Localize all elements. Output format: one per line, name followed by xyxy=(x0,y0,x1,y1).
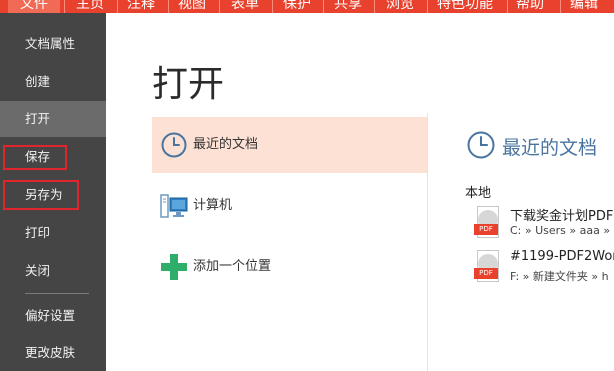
pdf-file-icon: PDF xyxy=(474,206,502,238)
pdf-file-icon: PDF xyxy=(474,250,502,282)
sidebar-divider xyxy=(25,293,89,294)
recent-file-name: #1199-PDF2Wor xyxy=(510,249,614,264)
menu-bar: 文件 主页 注释 视图 表单 保护 共享 浏览 特色功能 帮助 编辑 xyxy=(0,0,614,13)
menu-share[interactable]: 共享 xyxy=(334,0,362,13)
menu-features[interactable]: 特色功能 xyxy=(437,0,493,13)
clock-icon xyxy=(161,132,187,158)
plus-icon xyxy=(161,254,187,280)
computer-icon xyxy=(160,194,188,218)
menu-browse[interactable]: 浏览 xyxy=(386,0,414,13)
sidebar-item-preferences[interactable]: 偏好设置 xyxy=(0,298,106,334)
menu-separator xyxy=(560,0,561,13)
place-label: 最近的文档 xyxy=(193,137,259,152)
recent-file-path: F: » 新建文件夹 » h xyxy=(510,270,609,283)
menu-view[interactable]: 视图 xyxy=(178,0,206,13)
menu-separator xyxy=(323,0,324,13)
recent-documents-title: 最近的文档 xyxy=(502,137,598,159)
menu-separator xyxy=(64,0,65,13)
sidebar-item-change-skin[interactable]: 更改皮肤 xyxy=(0,335,106,371)
menu-separator xyxy=(374,0,375,13)
menu-protect[interactable]: 保护 xyxy=(283,0,311,13)
content-divider xyxy=(427,113,428,371)
menu-separator xyxy=(507,0,508,13)
section-label-local: 本地 xyxy=(465,186,492,201)
sidebar-item-open[interactable]: 打开 xyxy=(0,101,106,137)
menu-comment[interactable]: 注释 xyxy=(127,0,155,13)
menu-separator xyxy=(117,0,118,13)
menu-file[interactable]: 文件 xyxy=(8,0,60,13)
place-computer[interactable]: 计算机 xyxy=(152,178,427,234)
sidebar-item-close[interactable]: 关闭 xyxy=(0,253,106,289)
recent-file-path: C: » Users » aaa » xyxy=(510,224,611,237)
place-label: 添加一个位置 xyxy=(193,259,272,274)
menu-edit[interactable]: 编辑 xyxy=(570,0,598,13)
place-label: 计算机 xyxy=(193,198,233,213)
page-title: 打开 xyxy=(152,64,225,105)
highlight-box-save-as xyxy=(3,180,79,210)
sidebar-item-properties[interactable]: 文档属性 xyxy=(0,26,106,62)
sidebar-item-print[interactable]: 打印 xyxy=(0,215,106,251)
place-recent-documents[interactable]: 最近的文档 xyxy=(152,117,427,173)
menu-separator xyxy=(272,0,273,13)
recent-file-item[interactable]: PDF #1199-PDF2Wor F: » 新建文件夹 » h xyxy=(474,247,614,287)
highlight-box-save xyxy=(3,145,67,170)
menu-form[interactable]: 表单 xyxy=(231,0,259,13)
sidebar-item-create[interactable]: 创建 xyxy=(0,64,106,100)
place-add-location[interactable]: 添加一个位置 xyxy=(152,239,427,295)
menu-home[interactable]: 主页 xyxy=(76,0,104,13)
menu-separator xyxy=(427,0,428,13)
clock-icon xyxy=(467,131,495,159)
menu-help[interactable]: 帮助 xyxy=(516,0,544,13)
recent-file-name: 下载奖金计划PDF xyxy=(510,209,614,224)
recent-file-item[interactable]: PDF 下载奖金计划PDF C: » Users » aaa » xyxy=(474,203,614,243)
menu-separator xyxy=(219,0,220,13)
backstage-window: 文件 主页 注释 视图 表单 保护 共享 浏览 特色功能 帮助 编辑 文档属性 … xyxy=(0,0,614,371)
menu-separator xyxy=(168,0,169,13)
